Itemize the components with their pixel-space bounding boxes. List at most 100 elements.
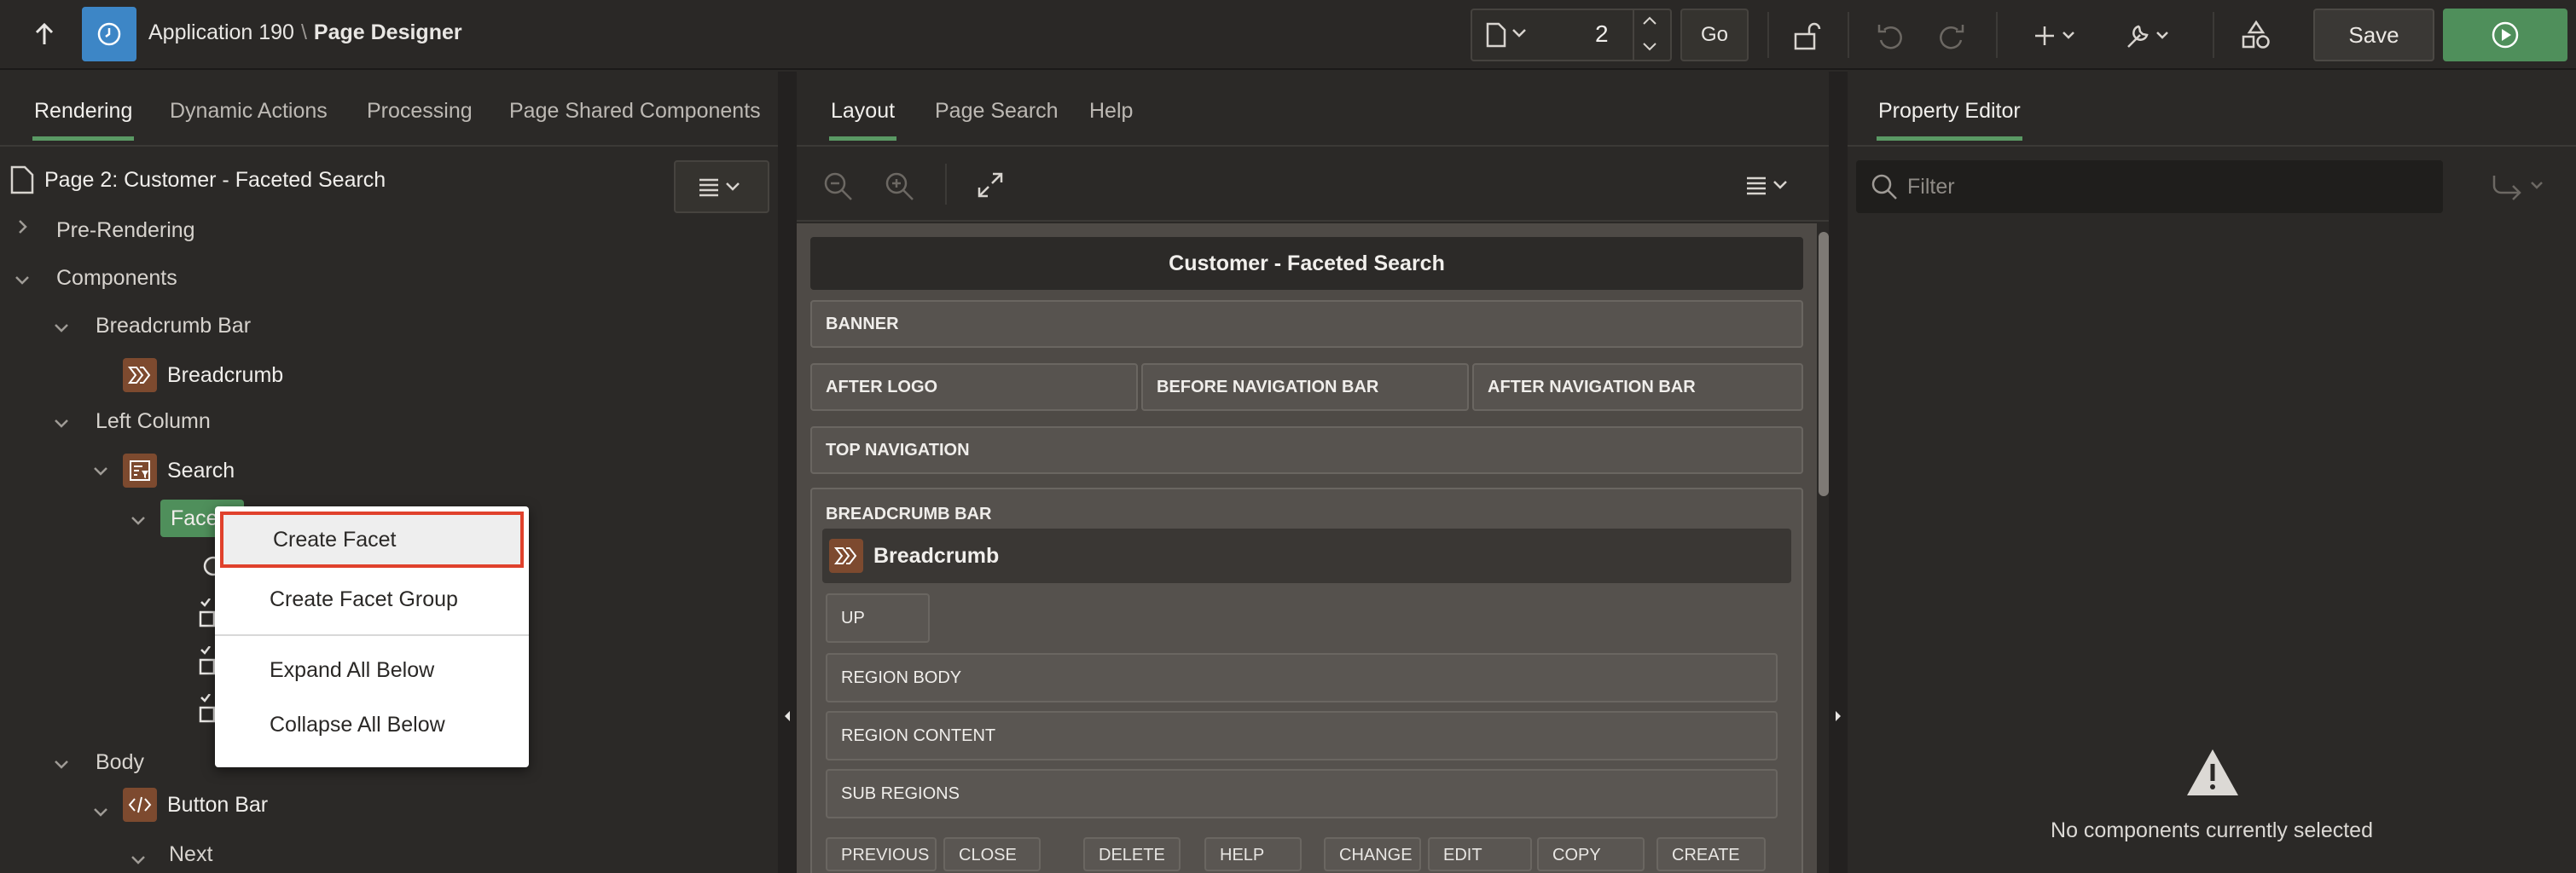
slot-after-logo[interactable]: AFTER LOGO	[810, 363, 1138, 411]
slot-region-content[interactable]: REGION CONTENT	[826, 711, 1778, 760]
zoom-out-icon[interactable]	[822, 171, 855, 203]
chevron-down-icon[interactable]	[130, 510, 147, 532]
slot-up[interactable]: UP	[826, 593, 930, 643]
breadcrumb-region-icon	[123, 358, 157, 392]
slot-top-navigation[interactable]: TOP NAVIGATION	[810, 426, 1803, 474]
menu-item-collapse-all-below[interactable]: Collapse All Below	[215, 697, 529, 752]
tree-breadcrumb-region[interactable]: Breadcrumb	[123, 358, 283, 392]
tree-body[interactable]: Body	[96, 750, 144, 775]
go-to-group-icon[interactable]	[2487, 172, 2552, 201]
slot-region-body[interactable]: REGION BODY	[826, 653, 1778, 702]
shared-components-shapes-icon[interactable]	[2235, 14, 2277, 56]
slot-sub-regions[interactable]: SUB REGIONS	[826, 769, 1778, 818]
tree-button-bar[interactable]: Button Bar	[123, 788, 268, 822]
slot-close[interactable]: CLOSE	[943, 837, 1041, 871]
breadcrumb-separator: \	[300, 20, 307, 44]
chevron-down-icon[interactable]	[53, 754, 70, 776]
save-button[interactable]: Save	[2313, 9, 2434, 61]
page-designer-title: Page Designer	[313, 20, 462, 44]
tree-button-bar-label: Button Bar	[167, 792, 269, 817]
tree-pre-rendering[interactable]: Pre-Rendering	[56, 218, 195, 243]
app-icon[interactable]	[82, 7, 136, 61]
utilities-wrench-icon[interactable]	[2121, 15, 2177, 56]
breadcrumb: Application 190 \ Page Designer	[148, 20, 462, 45]
page-selector[interactable]: 2	[1471, 9, 1672, 61]
slot-copy[interactable]: COPY	[1537, 837, 1645, 871]
stepper-up-icon[interactable]	[1641, 15, 1658, 32]
layout-scrollbar[interactable]	[1819, 232, 1829, 496]
right-tabs: Property Editor	[1848, 72, 2576, 147]
menu-item-expand-all-below[interactable]: Expand All Below	[215, 643, 529, 697]
menu-item-create-facet[interactable]: Create Facet	[220, 512, 524, 568]
page-icon	[10, 165, 34, 194]
tree-left-column[interactable]: Left Column	[96, 409, 211, 434]
page-icon[interactable]	[1486, 22, 1506, 48]
app-title-link[interactable]: Application 190	[148, 20, 294, 44]
layout-canvas[interactable]: Customer - Faceted Search BANNER AFTER L…	[797, 223, 1817, 873]
filter-input[interactable]	[1907, 174, 2419, 199]
chevron-down-icon[interactable]	[92, 460, 109, 483]
tab-page-search[interactable]: Page Search	[935, 99, 1059, 124]
tree-search-label: Search	[167, 458, 235, 483]
slot-create[interactable]: CREATE	[1656, 837, 1766, 871]
chevron-down-icon[interactable]	[130, 849, 147, 871]
tree-page-node[interactable]: Page 2: Customer - Faceted Search	[10, 165, 386, 194]
slot-previous[interactable]: PREVIOUS	[826, 837, 937, 871]
tab-page-shared-components[interactable]: Page Shared Components	[509, 99, 761, 124]
run-button[interactable]	[2443, 9, 2567, 61]
go-button[interactable]: Go	[1680, 9, 1749, 61]
slot-before-navigation-bar[interactable]: BEFORE NAVIGATION BAR	[1141, 363, 1469, 411]
tree-components[interactable]: Components	[56, 266, 177, 291]
tree-menu-button[interactable]	[674, 160, 769, 213]
collapse-left-icon[interactable]	[783, 709, 792, 723]
top-toolbar: Application 190 \ Page Designer 2 Go Sav…	[0, 0, 2576, 70]
collapse-right-icon[interactable]	[1834, 709, 1842, 723]
tab-layout[interactable]: Layout	[828, 99, 897, 141]
tree-breadcrumb-bar[interactable]: Breadcrumb Bar	[96, 314, 251, 338]
menu-divider	[215, 634, 529, 636]
toolbar-divider	[1996, 12, 1998, 58]
layout-page-header[interactable]: Customer - Faceted Search	[810, 237, 1803, 290]
create-menu-icon[interactable]	[2030, 15, 2083, 56]
undo-icon[interactable]	[1870, 15, 1911, 56]
slot-help[interactable]: HELP	[1204, 837, 1302, 871]
static-content-code-icon	[123, 788, 157, 822]
tab-help[interactable]: Help	[1089, 99, 1133, 124]
layout-toolbar	[797, 147, 1829, 222]
zoom-in-icon[interactable]	[884, 171, 916, 203]
left-splitter[interactable]	[778, 72, 797, 873]
layout-menu-icon[interactable]	[1743, 174, 1795, 196]
slot-edit[interactable]: EDIT	[1428, 837, 1532, 871]
faceted-search-icon	[123, 454, 157, 488]
expand-icon[interactable]	[976, 171, 1005, 199]
chevron-right-icon[interactable]	[17, 218, 29, 240]
unlock-icon[interactable]	[1786, 15, 1827, 56]
layout-breadcrumb-region[interactable]: Breadcrumb	[822, 529, 1791, 583]
slot-change[interactable]: CHANGE	[1324, 837, 1421, 871]
tab-processing[interactable]: Processing	[367, 99, 473, 124]
toolbar-divider	[2213, 12, 2214, 58]
page-number-input[interactable]: 2	[1595, 20, 1609, 48]
slot-after-navigation-bar[interactable]: AFTER NAVIGATION BAR	[1472, 363, 1803, 411]
left-tabs: Rendering Dynamic Actions Processing Pag…	[0, 72, 778, 147]
warning-icon	[2187, 749, 2238, 795]
tree-search-region[interactable]: Search	[123, 454, 235, 488]
tab-property-editor[interactable]: Property Editor	[1877, 99, 2022, 141]
chevron-down-icon[interactable]	[1511, 27, 1527, 43]
chevron-down-icon[interactable]	[53, 413, 70, 435]
chevron-down-icon[interactable]	[14, 269, 31, 292]
slot-banner[interactable]: BANNER	[810, 300, 1803, 348]
filter-field[interactable]	[1856, 160, 2443, 213]
tree-next[interactable]: Next	[169, 842, 212, 867]
page-title: Page 2: Customer - Faceted Search	[44, 167, 386, 192]
stepper-down-icon[interactable]	[1641, 41, 1658, 57]
menu-item-create-facet-group[interactable]: Create Facet Group	[215, 571, 529, 627]
tab-rendering[interactable]: Rendering	[32, 99, 135, 141]
slot-delete[interactable]: DELETE	[1083, 837, 1181, 871]
tab-dynamic-actions[interactable]: Dynamic Actions	[170, 99, 328, 124]
up-arrow-icon[interactable]	[24, 14, 65, 55]
chevron-down-icon[interactable]	[53, 317, 70, 339]
right-splitter[interactable]	[1829, 72, 1848, 873]
redo-icon[interactable]	[1931, 15, 1972, 56]
chevron-down-icon[interactable]	[92, 801, 109, 824]
